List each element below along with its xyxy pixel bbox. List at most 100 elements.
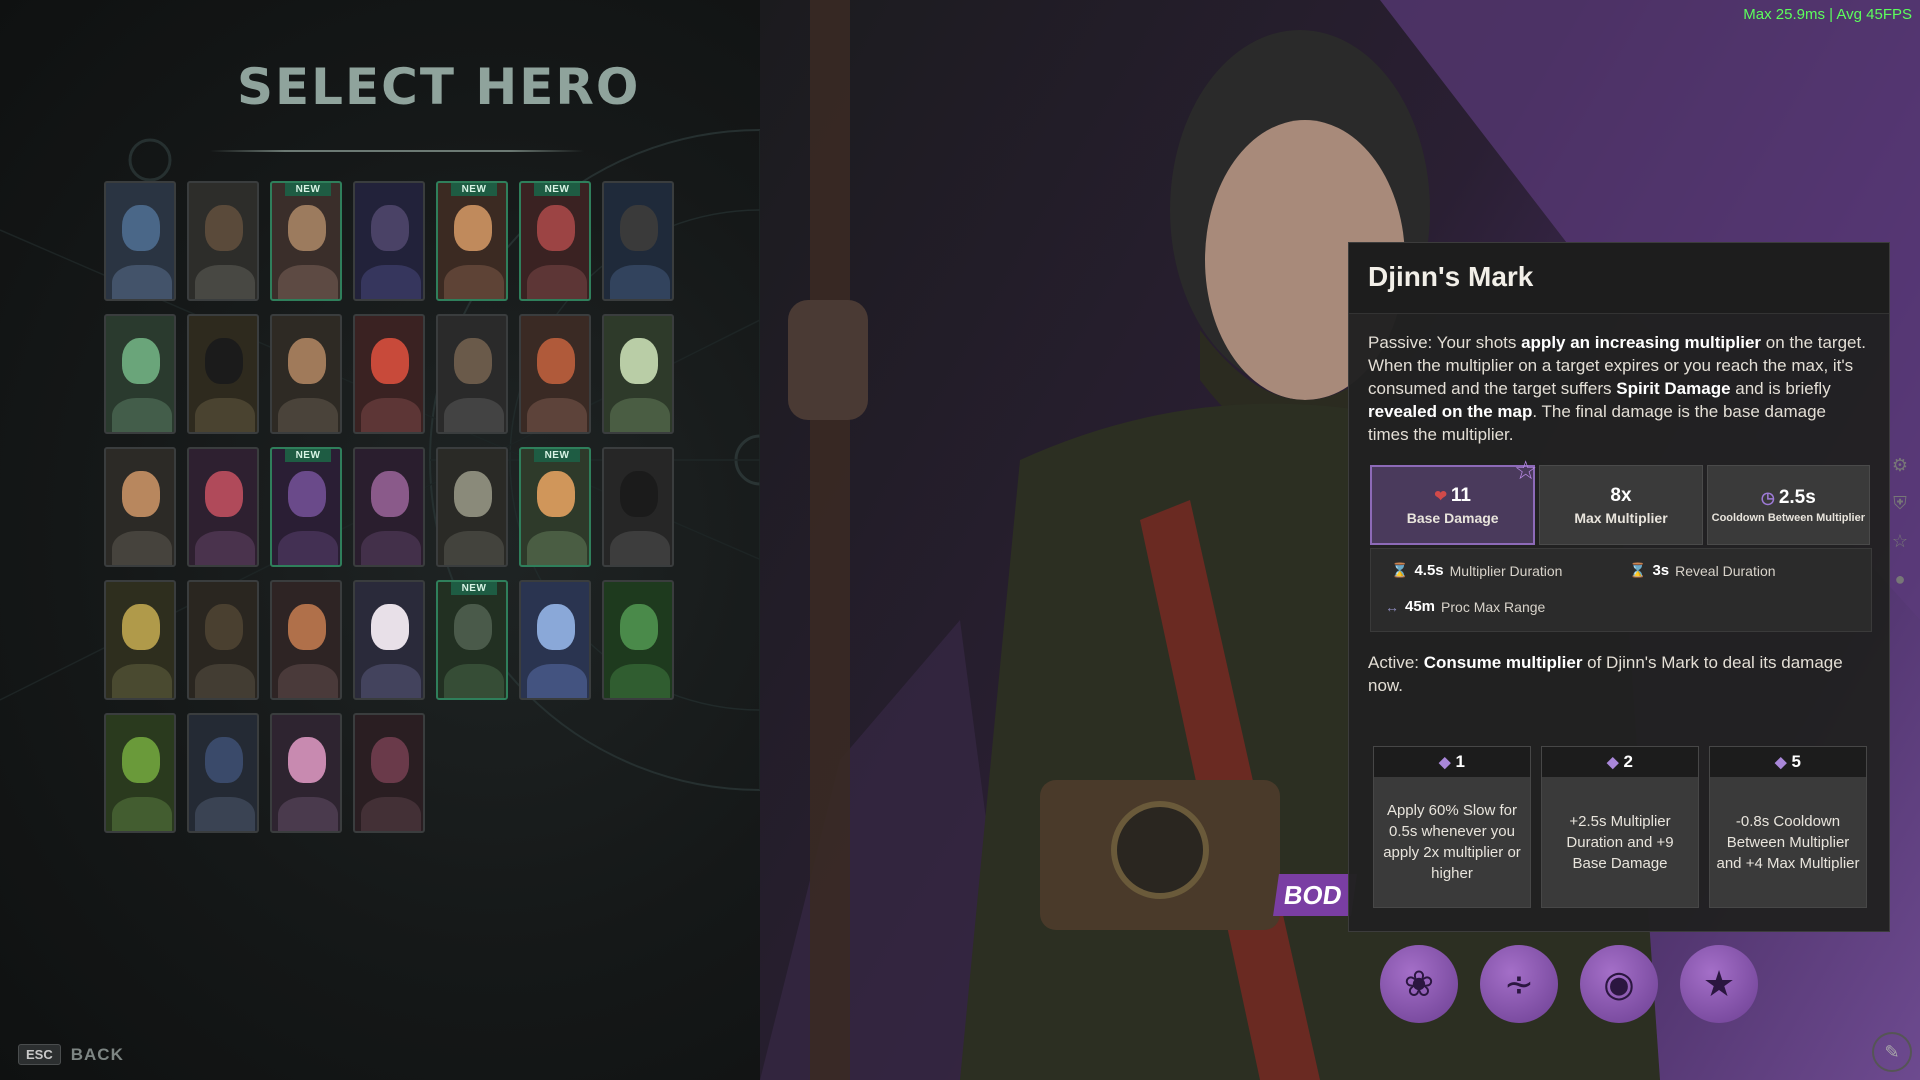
- new-badge: NEW: [451, 582, 497, 595]
- detail-value: 3s: [1652, 562, 1670, 579]
- hero-card[interactable]: [104, 181, 176, 301]
- hero-card[interactable]: [353, 314, 425, 434]
- hero-card[interactable]: [104, 314, 176, 434]
- stat-value: 2.5s: [1778, 486, 1816, 508]
- hero-card[interactable]: NEW: [270, 447, 342, 567]
- hero-card[interactable]: NEW: [436, 181, 508, 301]
- hero-portrait: [106, 449, 174, 565]
- hero-card[interactable]: [436, 314, 508, 434]
- hero-card[interactable]: [104, 447, 176, 567]
- upgrade-tier-1[interactable]: ◆ 1 Apply 60% Slow for 0.5s whenever you …: [1373, 746, 1531, 908]
- stat-value: 11: [1450, 484, 1471, 506]
- range-arrows-icon: ↔: [1385, 598, 1399, 615]
- hero-card[interactable]: [187, 580, 259, 700]
- stat-cooldown: ◷ 2.5s Cooldown Between Multiplier: [1706, 465, 1870, 545]
- hero-portrait: [272, 183, 340, 299]
- hero-portrait: [355, 316, 423, 432]
- hero-portrait: [106, 582, 174, 698]
- heart-icon: ❤: [1434, 487, 1447, 505]
- upgrade-tier-2[interactable]: ◆ 2 +2.5s Multiplier Duration and +9 Base…: [1541, 746, 1699, 908]
- hero-card[interactable]: [270, 580, 342, 700]
- hero-card[interactable]: [353, 580, 425, 700]
- upgrade-cost: 5: [1791, 752, 1801, 771]
- star-outline-icon[interactable]: ☆: [1888, 531, 1912, 555]
- bod-tag: BOD: [1273, 874, 1357, 916]
- upgrade-tier-3[interactable]: ◆ 5 -0.8s Cooldown Between Multiplier and…: [1709, 746, 1867, 908]
- ability-point-icon: ◆: [1606, 754, 1619, 771]
- hero-portrait: [272, 316, 340, 432]
- clock-icon: ◷: [1760, 489, 1775, 507]
- passive-description: Passive: Your shots apply an increasing …: [1368, 333, 1866, 444]
- hero-card[interactable]: [187, 713, 259, 833]
- hourglass-icon: ⌛: [1629, 562, 1647, 578]
- hero-card[interactable]: [353, 713, 425, 833]
- hero-portrait: [272, 449, 340, 565]
- upgrade-text: -0.8s Cooldown Between Multiplier and +4…: [1716, 812, 1860, 872]
- hero-card[interactable]: [436, 447, 508, 567]
- spirit-icon[interactable]: ★: [1680, 945, 1758, 1023]
- side-icon-strip: ⚙ ⛨ ☆ ●: [1888, 455, 1912, 593]
- hero-card[interactable]: [602, 447, 674, 567]
- hero-portrait: [272, 582, 340, 698]
- hero-card[interactable]: [270, 713, 342, 833]
- new-badge: NEW: [534, 183, 580, 196]
- hero-portrait: [521, 183, 589, 299]
- hero-card[interactable]: [353, 181, 425, 301]
- beetle-icon[interactable]: ❀: [1380, 945, 1458, 1023]
- hero-card[interactable]: [187, 181, 259, 301]
- hero-portrait: [604, 449, 672, 565]
- hero-card[interactable]: [602, 181, 674, 301]
- stat-value: 8x: [1610, 484, 1632, 506]
- tornado-icon[interactable]: ∻: [1480, 945, 1558, 1023]
- hero-portrait: [604, 582, 672, 698]
- hero-card[interactable]: [519, 580, 591, 700]
- hero-card[interactable]: [353, 447, 425, 567]
- stat-max-multiplier: 8x Max Multiplier: [1539, 465, 1703, 545]
- hero-portrait: [106, 183, 174, 299]
- new-badge: NEW: [534, 449, 580, 462]
- hero-card[interactable]: NEW: [519, 447, 591, 567]
- detail-label: Reveal Duration: [1675, 562, 1776, 579]
- new-badge: NEW: [285, 183, 331, 196]
- ability-name: Djinn's Mark: [1368, 261, 1534, 292]
- hero-portrait: [106, 715, 174, 831]
- hero-card[interactable]: [187, 314, 259, 434]
- stat-label: Max Multiplier: [1574, 509, 1668, 526]
- hero-portrait: [355, 715, 423, 831]
- ability-details: ⌛ 4.5s Multiplier Duration ⌛ 3s Reveal D…: [1370, 548, 1872, 632]
- detail-value: 45m: [1405, 598, 1436, 615]
- upgrade-cost: 1: [1455, 752, 1465, 771]
- gear-icon[interactable]: ⚙: [1888, 455, 1912, 479]
- fps-counter: Max 25.9ms | Avg 45FPS: [1743, 6, 1912, 23]
- hero-card[interactable]: [104, 580, 176, 700]
- hero-portrait: [189, 715, 257, 831]
- eye-icon[interactable]: ◉: [1580, 945, 1658, 1023]
- hero-card[interactable]: [602, 580, 674, 700]
- hero-portrait: [355, 449, 423, 565]
- hero-mini-icon[interactable]: ●: [1888, 569, 1912, 593]
- hero-portrait: [521, 316, 589, 432]
- active-description: Active: Consume multiplier of Djinn's Ma…: [1368, 653, 1843, 695]
- hero-portrait: [355, 183, 423, 299]
- new-badge: NEW: [285, 449, 331, 462]
- hero-portrait: [521, 582, 589, 698]
- hero-profile-icon[interactable]: ✎: [1872, 1032, 1912, 1072]
- hero-portrait: [106, 316, 174, 432]
- hero-card[interactable]: [187, 447, 259, 567]
- star-icon: ☆: [1514, 455, 1538, 485]
- hero-portrait: [272, 715, 340, 831]
- hero-card[interactable]: NEW: [270, 181, 342, 301]
- hero-card[interactable]: NEW: [436, 580, 508, 700]
- hero-card[interactable]: NEW: [519, 181, 591, 301]
- ability-tooltip-panel: Djinn's Mark Passive: Your shots apply a…: [1348, 242, 1890, 932]
- ability-upgrades: ◆ 1 Apply 60% Slow for 0.5s whenever you …: [1373, 746, 1867, 908]
- back-button[interactable]: ESC BACK: [18, 1044, 124, 1065]
- upgrade-text: Apply 60% Slow for 0.5s whenever you app…: [1383, 802, 1521, 882]
- hero-portrait: [355, 582, 423, 698]
- hero-card[interactable]: [270, 314, 342, 434]
- shield-icon[interactable]: ⛨: [1888, 493, 1912, 517]
- hero-portrait: [604, 316, 672, 432]
- hero-card[interactable]: [602, 314, 674, 434]
- hero-card[interactable]: [519, 314, 591, 434]
- hero-card[interactable]: [104, 713, 176, 833]
